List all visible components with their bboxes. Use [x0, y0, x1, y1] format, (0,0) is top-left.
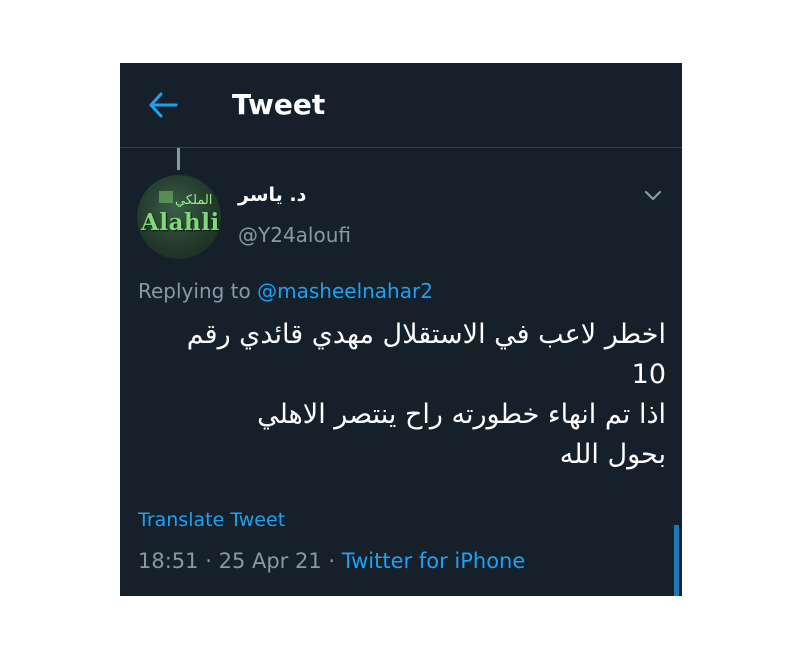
avatar-arabic-text: الملكي: [175, 193, 213, 208]
translate-tweet-link[interactable]: Translate Tweet: [138, 509, 285, 531]
meta-separator: ·: [205, 549, 212, 573]
page-title: Tweet: [232, 88, 326, 121]
tweet-date: 25 Apr 21: [218, 549, 322, 573]
thread-connector-line: [177, 148, 180, 170]
chevron-down-icon[interactable]: [644, 190, 662, 202]
replying-to-handle-link[interactable]: @masheelnahar2: [257, 279, 433, 303]
arrow-left-icon[interactable]: [148, 91, 178, 119]
avatar-emblem-icon: [159, 191, 173, 203]
avatar-logo-text: Alahli: [141, 209, 220, 236]
tweet-text: اخطر لاعب في الاستقلال مهدي قائدي رقم 10…: [138, 315, 666, 475]
header-divider: [120, 147, 682, 148]
tweet-time: 18:51: [138, 549, 199, 573]
tweet-text-line: اخطر لاعب في الاستقلال مهدي قائدي رقم: [186, 319, 666, 350]
tweet-screen: Tweet الملكي Alahli د. ياسر @Y24aloufi R…: [120, 63, 682, 596]
tweet-source-link[interactable]: Twitter for iPhone: [342, 549, 526, 573]
replying-to: Replying to @masheelnahar2: [138, 279, 433, 303]
tweet-text-line: 10: [631, 359, 666, 390]
replying-to-label: Replying to: [138, 279, 251, 303]
avatar[interactable]: الملكي Alahli: [137, 175, 221, 259]
author-username[interactable]: @Y24aloufi: [238, 223, 351, 247]
tweet-text-line: بحول الله: [559, 439, 666, 470]
meta-separator: ·: [328, 549, 336, 573]
tweet-meta: 18:51 · 25 Apr 21 · Twitter for iPhone: [138, 549, 525, 573]
tweet-text-line: اذا تم انهاء خطورته راح ينتصر الاهلي: [257, 399, 666, 430]
scrollbar[interactable]: [674, 525, 679, 596]
top-bar: Tweet: [120, 63, 682, 147]
author-display-name[interactable]: د. ياسر: [238, 184, 308, 206]
